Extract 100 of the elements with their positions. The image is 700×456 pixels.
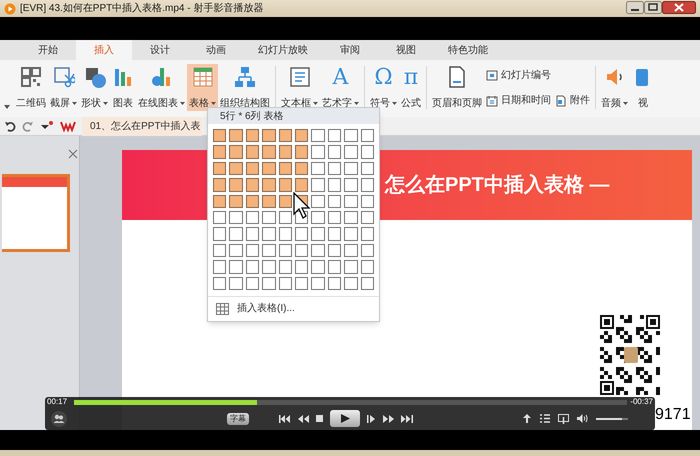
grid-cell[interactable] [213, 129, 226, 142]
grid-cell[interactable] [213, 178, 226, 192]
grid-cell[interactable] [328, 145, 342, 159]
grid-cell[interactable] [328, 178, 342, 192]
grid-cell[interactable] [311, 178, 325, 192]
grid-cell[interactable] [278, 260, 292, 274]
grid-cell[interactable] [360, 194, 374, 208]
grid-cell[interactable] [262, 227, 276, 241]
grid-cell[interactable] [311, 162, 325, 176]
grid-cell[interactable] [246, 194, 260, 208]
grid-cell[interactable] [278, 227, 292, 241]
grid-cell[interactable] [328, 194, 342, 208]
grid-cell[interactable] [246, 227, 260, 241]
grid-cell[interactable] [229, 244, 243, 258]
grid-cell[interactable] [311, 210, 325, 224]
grid-cell[interactable] [246, 145, 260, 159]
ribbon-button[interactable]: Ω 符号 [368, 64, 399, 111]
grid-cell[interactable] [294, 145, 308, 159]
grid-cell[interactable] [262, 194, 276, 208]
grid-cell[interactable] [213, 276, 226, 290]
ribbon-button[interactable]: 图表 [110, 64, 136, 111]
grid-cell[interactable] [262, 244, 276, 258]
ribbon-button[interactable]: 二维码 [14, 64, 48, 111]
grid-cell[interactable] [311, 276, 325, 290]
ribbon-button[interactable]: π 公式 [399, 64, 423, 111]
grid-cell[interactable] [262, 129, 276, 142]
grid-cell[interactable] [294, 227, 308, 241]
grid-cell[interactable] [246, 210, 260, 224]
grid-cell[interactable] [360, 210, 374, 224]
grid-cell[interactable] [278, 194, 292, 208]
grid-cell[interactable] [360, 145, 374, 159]
grid-cell[interactable] [246, 276, 260, 290]
grid-cell[interactable] [294, 276, 308, 290]
play-button[interactable] [330, 410, 360, 427]
grid-cell[interactable] [360, 276, 374, 290]
grid-cell[interactable] [360, 129, 374, 142]
ribbon-button[interactable]: A 艺术字 [320, 64, 361, 111]
grid-cell[interactable] [262, 145, 276, 159]
grid-cell[interactable] [278, 178, 292, 192]
grid-cell[interactable] [294, 244, 308, 258]
grid-cell[interactable] [278, 244, 292, 258]
grid-cell[interactable] [311, 244, 325, 258]
progress-bar[interactable] [74, 400, 628, 404]
grid-cell[interactable] [344, 145, 358, 159]
grid-cell[interactable] [246, 178, 260, 192]
grid-cell[interactable] [344, 178, 358, 192]
grid-cell[interactable] [262, 162, 276, 176]
grid-cell[interactable] [278, 210, 292, 224]
grid-cell[interactable] [294, 162, 308, 176]
grid-cell[interactable] [246, 244, 260, 258]
grid-cell[interactable] [328, 210, 342, 224]
grid-cell[interactable] [262, 276, 276, 290]
grid-cell[interactable] [328, 129, 342, 142]
grid-cell[interactable] [294, 129, 308, 142]
ribbon-button[interactable]: 在线图表 [136, 64, 187, 111]
ribbon-button[interactable]: 截屏 [48, 64, 79, 111]
grid-cell[interactable] [229, 178, 243, 192]
grid-cell[interactable] [213, 244, 226, 258]
ribbon-small-button[interactable]: 幻灯片编号 [486, 68, 551, 83]
grid-cell[interactable] [344, 276, 358, 290]
grid-cell[interactable] [294, 260, 308, 274]
grid-cell[interactable] [213, 227, 226, 241]
subtitle-button[interactable]: 字幕 [227, 412, 249, 424]
ribbon-button[interactable]: 组织结构图 [218, 64, 272, 111]
grid-cell[interactable] [213, 260, 226, 274]
grid-cell[interactable] [344, 210, 358, 224]
grid-cell[interactable] [213, 194, 226, 208]
grid-cell[interactable] [246, 260, 260, 274]
grid-cell[interactable] [360, 178, 374, 192]
ribbon-button[interactable]: 页眉和页脚 [430, 64, 484, 111]
ribbon-tab[interactable]: 幻灯片放映 [244, 40, 322, 60]
ribbon-button[interactable]: 形状 [79, 64, 110, 111]
grid-cell[interactable] [229, 129, 243, 142]
ribbon-button[interactable]: 文本框 [279, 64, 320, 111]
ribbon-small-button[interactable]: 日期和时间 [486, 93, 551, 108]
ribbon-tab[interactable]: 审阅 [322, 40, 378, 60]
grid-cell[interactable] [360, 162, 374, 176]
grid-cell[interactable] [278, 276, 292, 290]
grid-cell[interactable] [328, 162, 342, 176]
grid-cell[interactable] [360, 260, 374, 274]
grid-cell[interactable] [213, 210, 226, 224]
grid-cell[interactable] [328, 227, 342, 241]
grid-cell[interactable] [229, 210, 243, 224]
grid-cell[interactable] [311, 129, 325, 142]
grid-cell[interactable] [344, 194, 358, 208]
grid-cell[interactable] [294, 178, 308, 192]
ribbon-button[interactable]: 表格 [187, 64, 218, 111]
ribbon-button[interactable]: 音频 [599, 64, 630, 111]
grid-cell[interactable] [278, 162, 292, 176]
ribbon-tab[interactable]: 插入 [76, 40, 132, 60]
grid-cell[interactable] [262, 210, 276, 224]
insert-table-item[interactable]: 插入表格(I)... [208, 296, 379, 321]
grid-cell[interactable] [328, 276, 342, 290]
grid-cell[interactable] [229, 162, 243, 176]
grid-cell[interactable] [344, 244, 358, 258]
grid-cell[interactable] [262, 260, 276, 274]
grid-cell[interactable] [360, 244, 374, 258]
grid-cell[interactable] [213, 162, 226, 176]
grid-cell[interactable] [278, 145, 292, 159]
grid-cell[interactable] [328, 244, 342, 258]
